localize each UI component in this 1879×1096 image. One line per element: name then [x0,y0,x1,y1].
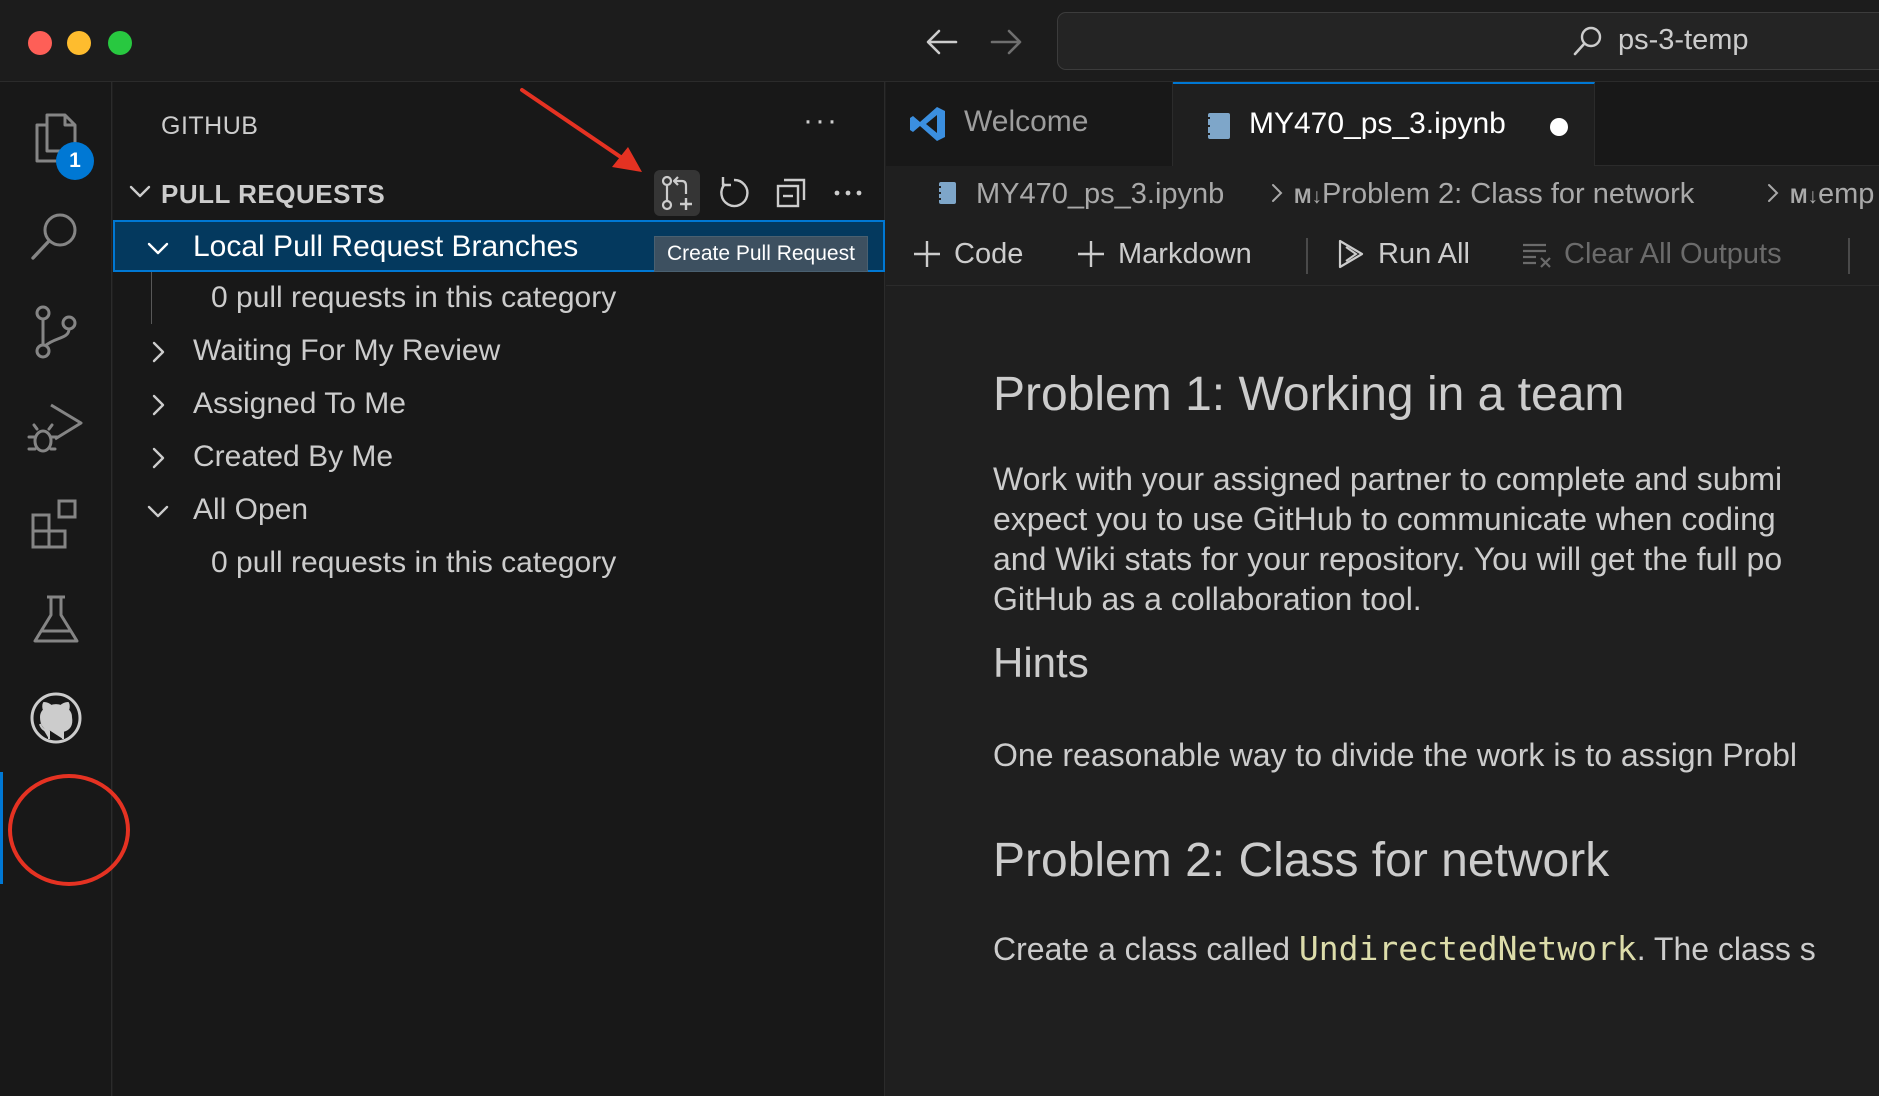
command-center-search[interactable]: ps-3-temp [1057,12,1879,70]
workspace-name: ps-3-temp [1618,24,1749,56]
notebook-icon [1206,113,1230,139]
editor-area: Welcome MY470_ps_3.ipynb MY470_ps_3.ipyn… [886,82,1879,1096]
tree-item-all-open[interactable]: All Open [113,485,885,537]
chevron-right-icon [152,447,165,469]
vscode-window: ps-3-temp 1 GITHUB ··· PULL REQUESTS Loc… [0,0,1879,1096]
markdown-icon: M↓ [1790,185,1818,208]
clear-all-outputs-button[interactable]: Clear All Outputs [1520,232,1782,276]
sidebar-title: GITHUB [161,112,259,140]
toolbar-divider [1848,238,1850,274]
inline-code: UndirectedNetwork [1298,929,1637,968]
tab-welcome[interactable]: Welcome [886,82,1173,166]
beaker-icon [33,595,79,643]
run-all-button[interactable]: Run All [1334,232,1470,276]
markdown-paragraph: One reasonable way to divide the work is… [993,737,1797,773]
tree-item-label: 0 pull requests in this category [211,281,617,314]
tree-item-empty-all-open[interactable]: 0 pull requests in this category [113,538,885,590]
tree-item-label: 0 pull requests in this category [211,546,617,579]
markdown-heading: Problem 1: Working in a team [993,368,1625,421]
breadcrumb-next[interactable]: M↓emp [1790,178,1874,211]
github-button[interactable] [0,662,112,774]
markdown-heading: Problem 2: Class for network [993,834,1610,887]
collapse-all-button[interactable] [768,170,814,216]
toolbar-divider [1306,238,1308,274]
chevron-right-icon [1272,184,1283,202]
search-icon [31,213,77,260]
tree-item-label: Local Pull Request Branches [193,230,579,263]
section-more-button[interactable] [825,170,871,216]
markdown-icon: M↓ [1294,185,1322,208]
add-code-cell-button[interactable]: Code [910,232,1023,276]
vscode-logo-icon [910,107,945,141]
chevron-right-icon [152,341,165,363]
activity-bar: 1 [0,82,112,1096]
plus-icon [1078,241,1104,267]
section-title: PULL REQUESTS [161,179,386,209]
source-control-icon [35,305,77,359]
extensions-icon [31,499,77,549]
zoom-window-button[interactable] [108,31,132,55]
unsaved-indicator-icon[interactable] [1550,118,1568,136]
markdown-paragraph: Work with your assigned partner to compl… [993,461,1783,617]
run-all-icon [1338,239,1364,269]
pull-requests-section-header[interactable]: PULL REQUESTS [113,166,885,218]
clear-all-icon [1523,243,1551,268]
breadcrumb-file[interactable]: MY470_ps_3.ipynb [976,178,1224,211]
active-view-indicator [0,772,3,884]
title-bar: ps-3-temp [0,0,1879,82]
notebook-content: Problem 1: Working in a team Work with y… [886,287,1879,1096]
minimize-window-button[interactable] [67,31,91,55]
notebook-icon [937,182,956,204]
forward-arrow-icon[interactable] [984,20,1028,64]
chevron-right-icon [1768,184,1779,202]
tree-item-label: Assigned To Me [193,387,406,420]
tree-item-label: Waiting For My Review [193,334,501,367]
testing-button[interactable] [0,564,112,676]
breadcrumb-section[interactable]: M↓Problem 2: Class for network [1294,178,1694,211]
tree-item-waiting-for-review[interactable]: Waiting For My Review [113,326,885,378]
ellipsis-icon [834,190,862,196]
editor-tabs: Welcome MY470_ps_3.ipynb [886,82,1879,166]
markdown-heading: Hints [993,639,1089,686]
search-icon [1573,26,1602,56]
markdown-paragraph: Create a class called UndirectedNetwork.… [993,929,1816,968]
chevron-down-icon [147,505,169,518]
tree-item-empty-local[interactable]: 0 pull requests in this category [113,273,885,325]
create-pull-request-button[interactable] [654,170,700,216]
notebook-toolbar: Code Markdown Run All Clear All Outputs [886,222,1879,286]
tree-item-created-by-me[interactable]: Created By Me [113,432,885,484]
refresh-button[interactable] [711,170,757,216]
add-markdown-cell-button[interactable]: Markdown [1074,232,1252,276]
tab-notebook[interactable]: MY470_ps_3.ipynb [1173,82,1595,166]
create-pull-request-tooltip: Create Pull Request [654,236,868,272]
collapse-all-icon [776,178,806,208]
plus-icon [914,241,940,267]
chevron-right-icon [152,394,165,416]
tree-item-label: All Open [193,493,309,526]
tree-item-label: Created By Me [193,440,394,473]
run-debug-icon [27,403,83,453]
explorer-badge: 1 [56,142,94,180]
back-arrow-icon[interactable] [920,20,964,64]
github-icon [30,692,82,744]
tab-label: Welcome [964,105,1089,138]
sidebar-more-button[interactable]: ··· [803,104,839,138]
chevron-down-icon [147,242,169,255]
tab-label: MY470_ps_3.ipynb [1249,107,1506,140]
refresh-icon [720,177,749,208]
breadcrumb: MY470_ps_3.ipynb M↓Problem 2: Class for … [886,166,1879,222]
tree-item-assigned-to-me[interactable]: Assigned To Me [113,379,885,431]
annotation-circle [8,774,130,886]
chevron-down-icon [129,185,151,198]
git-pull-request-create-icon [661,175,692,211]
explorer-button[interactable]: 1 [0,82,112,194]
close-window-button[interactable] [28,31,52,55]
